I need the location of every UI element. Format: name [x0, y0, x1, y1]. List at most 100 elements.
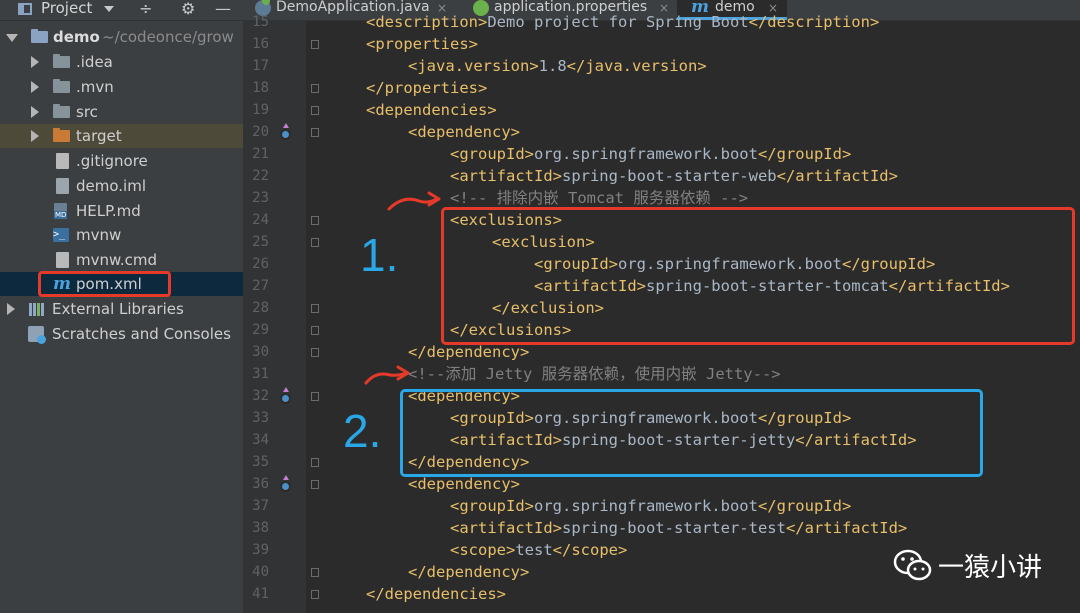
tree-item-label: Scratches and Consoles — [52, 325, 231, 343]
fold-marker-icon[interactable] — [311, 392, 319, 401]
xml-tag: <java.version> — [408, 57, 539, 75]
line-number: 15 — [252, 14, 269, 30]
scratches-icon — [28, 326, 46, 344]
jetty-dependency-highlight-box — [400, 389, 983, 477]
code-line[interactable]: <groupId>org.springframework.boot</group… — [450, 143, 851, 165]
tree-item-mvn[interactable]: .mvn — [0, 75, 243, 99]
xml-text: 1.8 — [538, 57, 567, 75]
tree-item-mvnw[interactable]: >_ mvnw — [0, 223, 243, 247]
tree-item-demo-iml[interactable]: demo.iml — [0, 174, 243, 198]
xml-tag: <properties> — [366, 35, 478, 53]
tree-item-gitignore[interactable]: .gitignore — [0, 149, 243, 173]
project-view-title[interactable]: Project — [41, 0, 92, 17]
xml-tag: <dependencies> — [366, 101, 497, 119]
folder-icon — [53, 79, 70, 93]
tree-item-help-md[interactable]: HELP.md — [0, 199, 243, 223]
annotation-arrow-2 — [364, 365, 410, 385]
tree-root-demo[interactable]: demo ~/codeonce/grow — [0, 25, 243, 49]
tree-item-label: src — [76, 103, 98, 121]
root-path: ~/codeonce/grow — [102, 28, 234, 46]
line-number: 34 — [252, 432, 269, 448]
dependency-gutter-icon[interactable] — [280, 387, 291, 404]
line-number: 37 — [252, 498, 269, 514]
fold-marker-icon[interactable] — [311, 216, 319, 225]
minimize-icon[interactable]: — — [215, 0, 231, 18]
expand-arrow-icon[interactable] — [6, 34, 18, 42]
code-line[interactable]: <artifactId>spring-boot-starter-web</art… — [450, 165, 898, 187]
line-number: 36 — [252, 476, 269, 492]
line-number: 23 — [252, 190, 269, 206]
tree-item-scratches[interactable]: Scratches and Consoles — [0, 322, 243, 346]
fold-marker-icon[interactable] — [311, 348, 319, 357]
code-line[interactable]: <scope>test</scope> — [450, 539, 627, 561]
tree-item-label: .mvn — [76, 78, 114, 96]
code-line[interactable]: <dependencies> — [366, 99, 497, 121]
line-number: 20 — [252, 124, 269, 140]
code-line[interactable]: <artifactId>spring-boot-starter-test</ar… — [450, 517, 907, 539]
line-number: 28 — [252, 300, 269, 316]
project-icon — [18, 3, 32, 15]
fold-marker-icon[interactable] — [311, 304, 319, 313]
fold-marker-icon[interactable] — [311, 106, 319, 115]
xml-tag: <groupId> — [450, 145, 534, 163]
code-line[interactable]: <description>Demo project for Spring Boo… — [366, 11, 879, 33]
line-number: 39 — [252, 542, 269, 558]
fold-marker-icon[interactable] — [311, 568, 319, 577]
fold-marker-icon[interactable] — [311, 458, 319, 467]
collapse-all-icon[interactable]: ÷ — [139, 0, 152, 18]
code-line[interactable]: </properties> — [366, 77, 487, 99]
dependency-gutter-icon[interactable] — [280, 475, 291, 492]
xml-tag: <artifactId> — [450, 519, 562, 537]
fold-marker-icon[interactable] — [311, 590, 319, 599]
code-line[interactable]: <!--添加 Jetty 服务器依赖，使用内嵌 Jetty--> — [408, 363, 781, 385]
xml-tag: <dependency> — [408, 123, 520, 141]
code-line[interactable]: <properties> — [366, 33, 478, 55]
xml-tag: <description> — [366, 13, 488, 31]
line-number: 38 — [252, 520, 269, 536]
xml-tag: <groupId> — [450, 497, 534, 515]
fold-marker-icon[interactable] — [311, 40, 319, 49]
exclusions-highlight-box — [441, 207, 1075, 345]
markdown-icon — [54, 203, 68, 219]
tree-item-src[interactable]: src — [0, 100, 243, 124]
fold-marker-icon[interactable] — [311, 238, 319, 247]
fold-marker-icon[interactable] — [311, 480, 319, 489]
xml-tag: <scope> — [450, 541, 516, 559]
annotation-label-2: 2. — [343, 405, 382, 457]
tree-item-label: mvnw.cmd — [76, 251, 158, 269]
code-line[interactable]: <groupId>org.springframework.boot</group… — [450, 495, 851, 517]
code-line[interactable]: </dependency> — [408, 561, 529, 583]
fold-marker-icon[interactable] — [311, 128, 319, 137]
fold-marker-icon[interactable] — [311, 84, 319, 93]
dependency-gutter-icon[interactable] — [280, 123, 291, 140]
library-icon — [29, 303, 47, 316]
fold-marker-icon[interactable] — [311, 326, 319, 335]
xml-tag: <dependency> — [408, 475, 520, 493]
annotation-label-1: 1. — [360, 229, 399, 281]
line-number: 29 — [252, 322, 269, 338]
gear-icon[interactable]: ⚙ — [181, 0, 195, 18]
chevron-down-icon[interactable] — [104, 6, 114, 12]
tree-item-label: .idea — [76, 53, 113, 71]
code-line[interactable]: <java.version>1.8</java.version> — [408, 55, 707, 77]
collapse-arrow-icon[interactable] — [31, 130, 39, 142]
line-number: 21 — [252, 146, 269, 162]
pom-highlight-box — [38, 271, 171, 297]
tree-item-target[interactable]: target — [0, 124, 243, 148]
code-line[interactable]: <dependency> — [408, 121, 520, 143]
file-icon — [56, 252, 69, 268]
xml-tag: </artifactId> — [785, 519, 908, 537]
tree-item-idea[interactable]: .idea — [0, 50, 243, 74]
collapse-arrow-icon[interactable] — [31, 81, 39, 93]
collapse-arrow-icon[interactable] — [31, 56, 39, 68]
tree-item-mvnw-cmd[interactable]: mvnw.cmd — [0, 248, 243, 272]
project-toolwindow-header: Project ÷ ⚙ — — [0, 0, 243, 21]
line-number: 32 — [252, 388, 269, 404]
collapse-arrow-icon[interactable] — [7, 303, 15, 315]
xml-tag: </scope> — [552, 541, 628, 559]
code-line[interactable]: <!-- 排除内嵌 Tomcat 服务器依赖 --> — [450, 187, 748, 209]
tree-item-external-libraries[interactable]: External Libraries — [0, 297, 243, 321]
collapse-arrow-icon[interactable] — [31, 106, 39, 118]
code-line[interactable]: </dependencies> — [366, 583, 506, 605]
line-number: 30 — [252, 344, 269, 360]
